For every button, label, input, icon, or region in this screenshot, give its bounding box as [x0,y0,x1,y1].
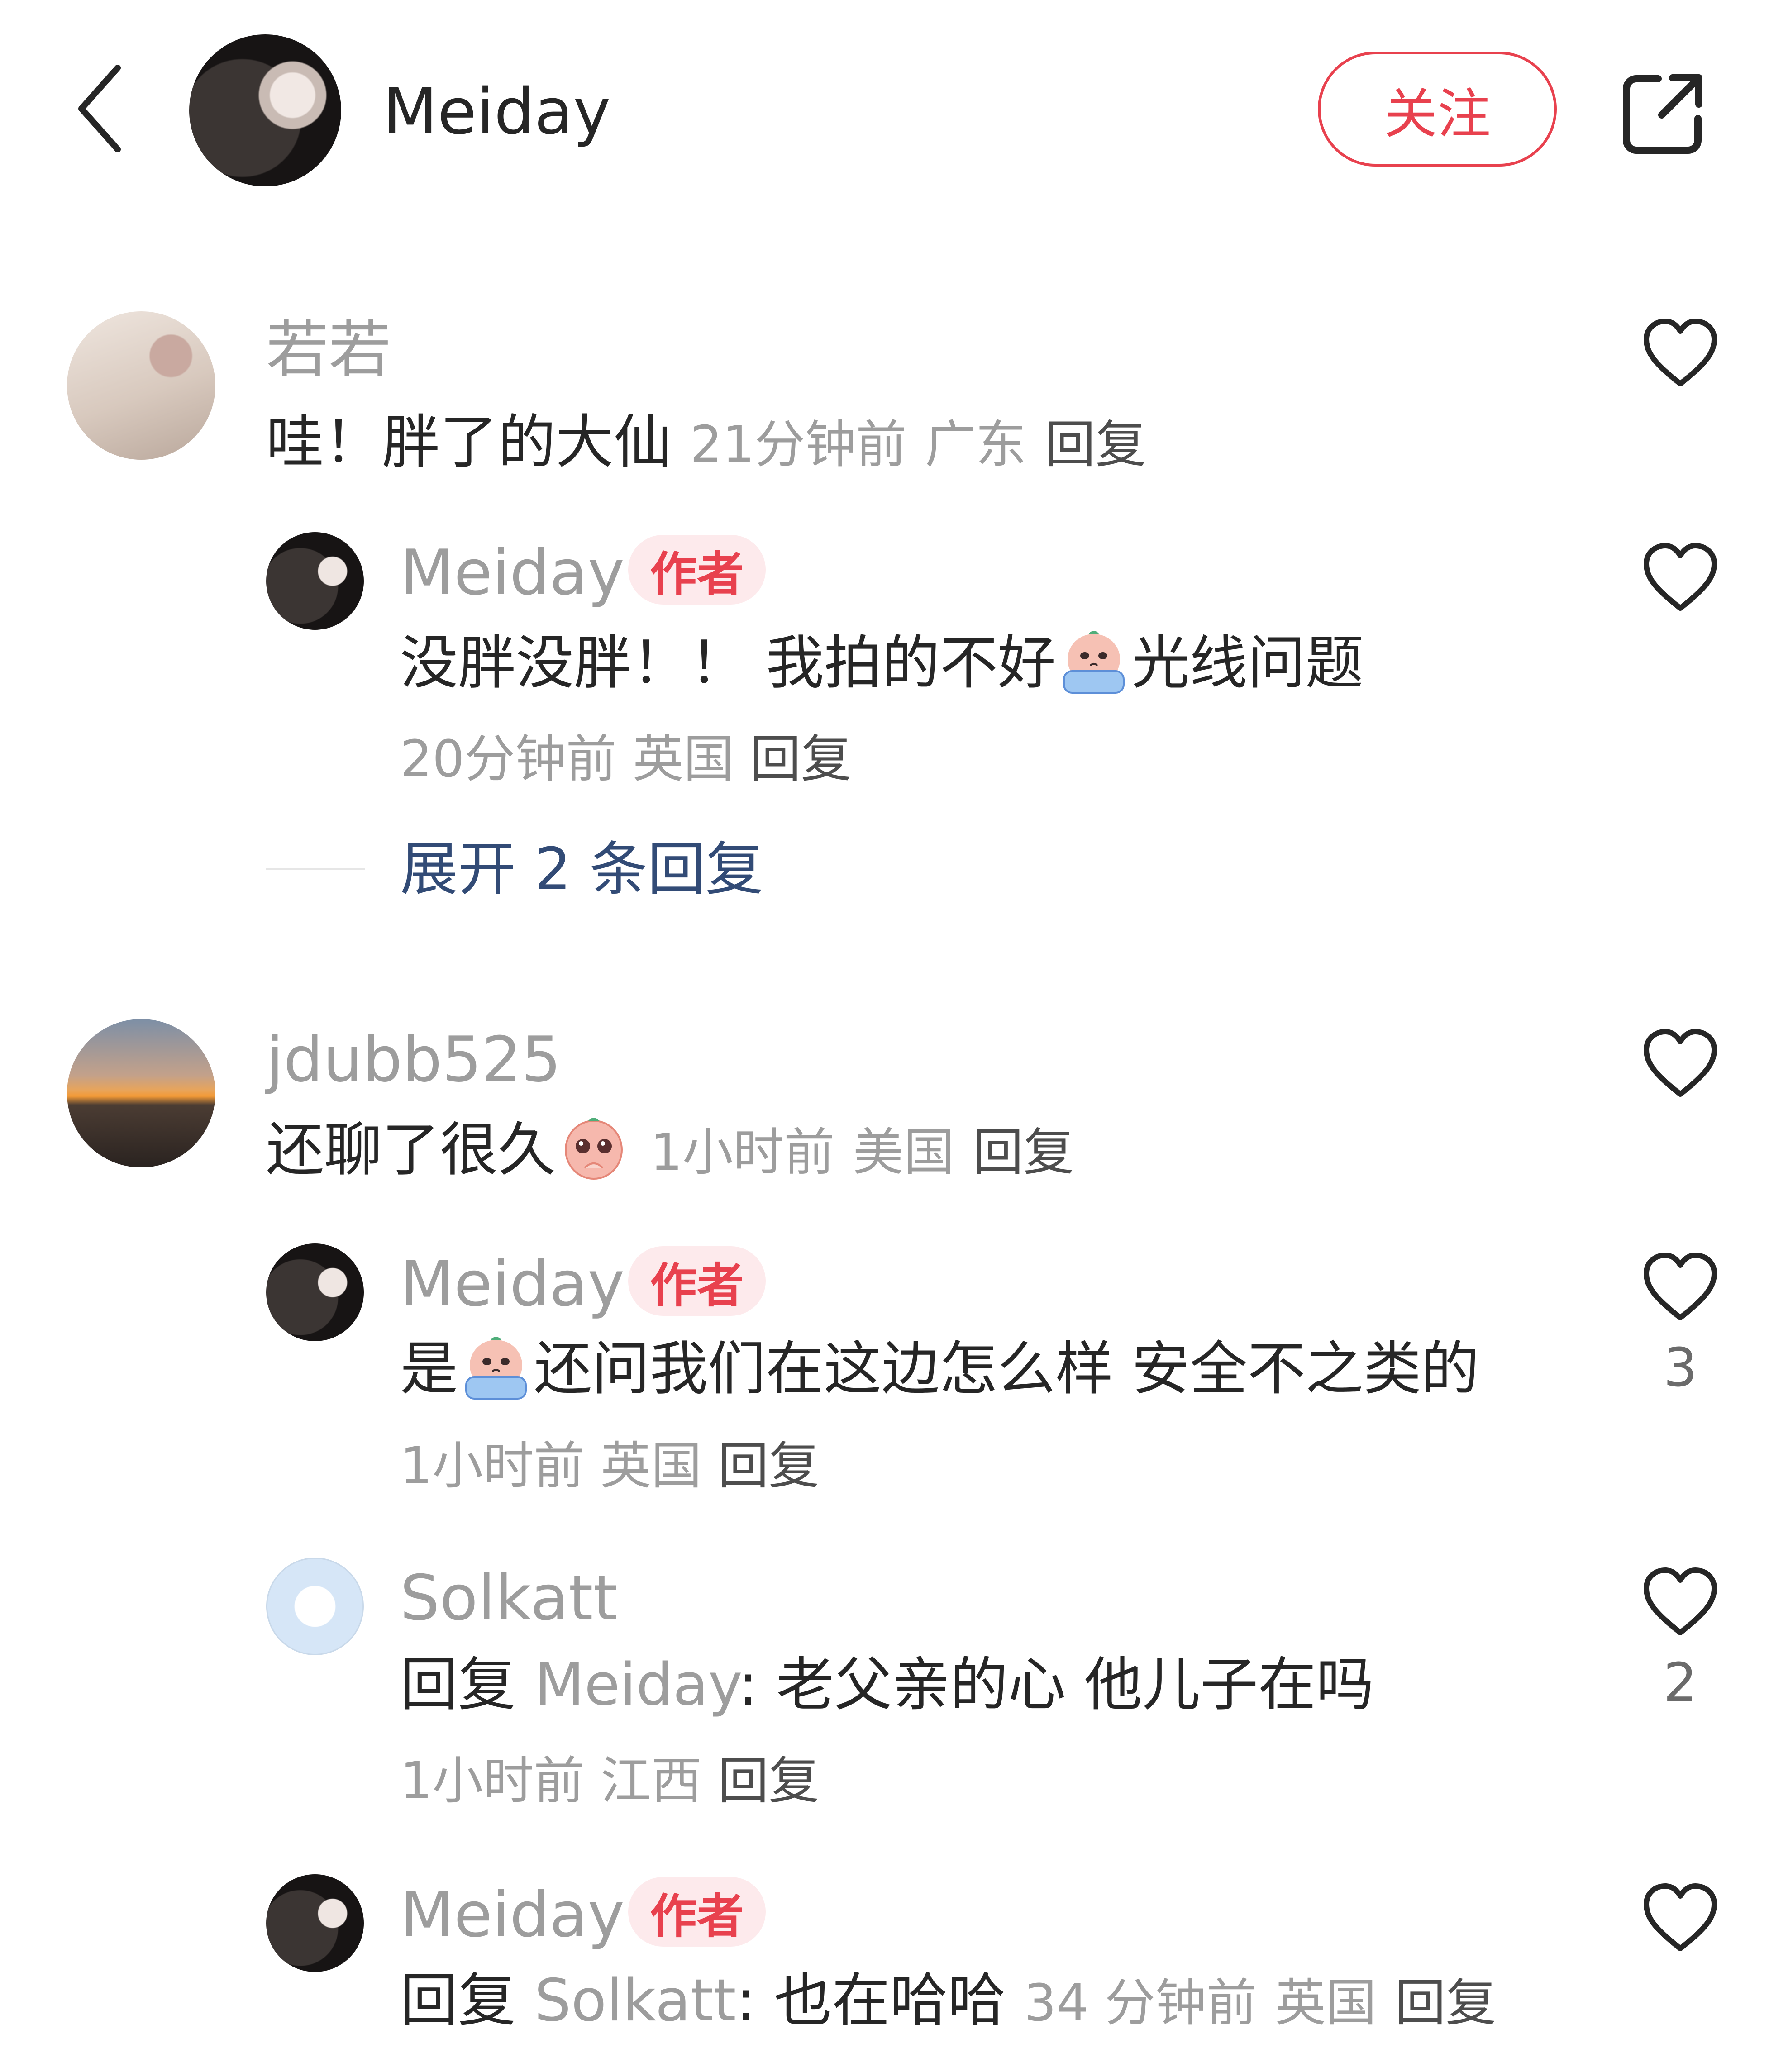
like-heart-icon[interactable] [1642,541,1719,614]
comment-location: 广东 [925,415,1026,474]
like-count: 3 [1663,1336,1697,1399]
follow-button[interactable]: 关注 [1318,52,1557,167]
reply-button[interactable]: 回复 [718,1752,819,1810]
comment-text: 还聊了很久 [266,1116,556,1184]
expand-replies-button[interactable]: 展开 2 条回复 [400,834,763,906]
reply-button[interactable]: 回复 [1395,1974,1497,2033]
reply-button[interactable]: 回复 [973,1123,1074,1182]
comment-page: Meiday 关注 若若 哇！胖了的大仙 21分钟前 广东 回复 Meiday … [0,0,1769,2072]
reply-text: 是 还问我们在这边怎么样 安全不之类的 [400,1333,1479,1405]
comment-location: 美国 [853,1123,954,1182]
reply-username[interactable]: Meiday [400,1248,625,1320]
reply-prefix: 回复 [400,1967,516,2034]
reply-text-part: 光线问题 [1131,629,1364,697]
comment-time: 1小时前 [650,1123,834,1182]
mention-link[interactable]: Solkatt [534,1967,736,2034]
reply-meta: 1小时前 江西 回复 [400,1749,819,1813]
user-avatar[interactable] [67,311,215,460]
reply-time: 1小时前 [400,1752,585,1810]
like-heart-icon[interactable] [1642,317,1719,389]
like-count: 2 [1663,1651,1697,1714]
reply-text-part: 没胖没胖！！ 我拍的不好 [400,629,1056,697]
user-avatar[interactable] [266,1558,364,1655]
reply-text: 回复 Solkatt: 也在哈哈 34 分钟前 英国 回复 [400,1965,1497,2039]
author-name[interactable]: Meiday [383,76,610,148]
pleading-emoji-icon [558,1115,630,1182]
comment-body: 哇！胖了的大仙 21分钟前 广东 回复 [266,406,1146,481]
share-icon[interactable] [1618,68,1709,158]
reply-time: 34 分钟前 [1024,1974,1257,2033]
reply-time: 20分钟前 [400,730,617,789]
crying-emoji-icon [1058,628,1130,695]
user-avatar[interactable] [266,1243,364,1341]
comment-time: 21分钟前 [690,415,907,474]
author-badge: 作者 [628,1877,766,1947]
reply-meta: 20分钟前 英国 回复 [400,728,852,791]
user-avatar[interactable] [266,532,364,630]
back-arrow-icon[interactable] [72,63,127,154]
reply-location: 英国 [1275,1974,1377,2033]
reply-text: 没胖没胖！！ 我拍的不好 光线问题 [400,627,1364,700]
author-badge: 作者 [628,535,766,605]
reply-text: 回复 Meiday: 老父亲的心 他儿子在吗 [400,1649,1374,1721]
like-heart-icon[interactable] [1642,1027,1719,1100]
reply-location: 英国 [600,1437,702,1496]
reply-text-part: : 也在哈哈 [736,1967,1006,2034]
reply-username[interactable]: Meiday [400,1879,625,1951]
mention-link[interactable]: Meiday [534,1651,739,1719]
reply-button[interactable]: 回复 [750,730,852,789]
comment-username[interactable]: 若若 [266,314,391,386]
reply-location: 江西 [600,1752,702,1810]
user-avatar[interactable] [67,1019,215,1167]
comment-text: 哇！胖了的大仙 [266,409,672,476]
author-badge: 作者 [628,1246,766,1316]
user-avatar[interactable] [266,1874,364,1972]
reply-time: 1小时前 [400,1437,585,1496]
reply-button[interactable]: 回复 [1045,415,1146,474]
crying-emoji-icon [460,1334,532,1401]
comment-body: 还聊了很久 1小时前 美国 回复 [266,1114,1074,1189]
like-heart-icon[interactable] [1642,1881,1719,1954]
expand-divider [266,868,365,870]
like-heart-icon[interactable] [1642,1566,1719,1638]
reply-username[interactable]: Solkatt [400,1562,618,1634]
reply-text-part: : 老父亲的心 他儿子在吗 [738,1651,1374,1719]
like-heart-icon[interactable] [1642,1251,1719,1323]
author-avatar[interactable] [189,34,341,186]
reply-text-part: 还问我们在这边怎么样 安全不之类的 [534,1335,1479,1403]
reply-meta: 1小时前 英国 回复 [400,1434,819,1498]
reply-prefix: 回复 [400,1651,516,1719]
comment-username[interactable]: jdubb525 [266,1024,561,1096]
reply-location: 英国 [633,730,734,789]
reply-username[interactable]: Meiday [400,537,625,609]
reply-button[interactable]: 回复 [718,1437,819,1496]
reply-text-part: 是 [400,1335,458,1403]
